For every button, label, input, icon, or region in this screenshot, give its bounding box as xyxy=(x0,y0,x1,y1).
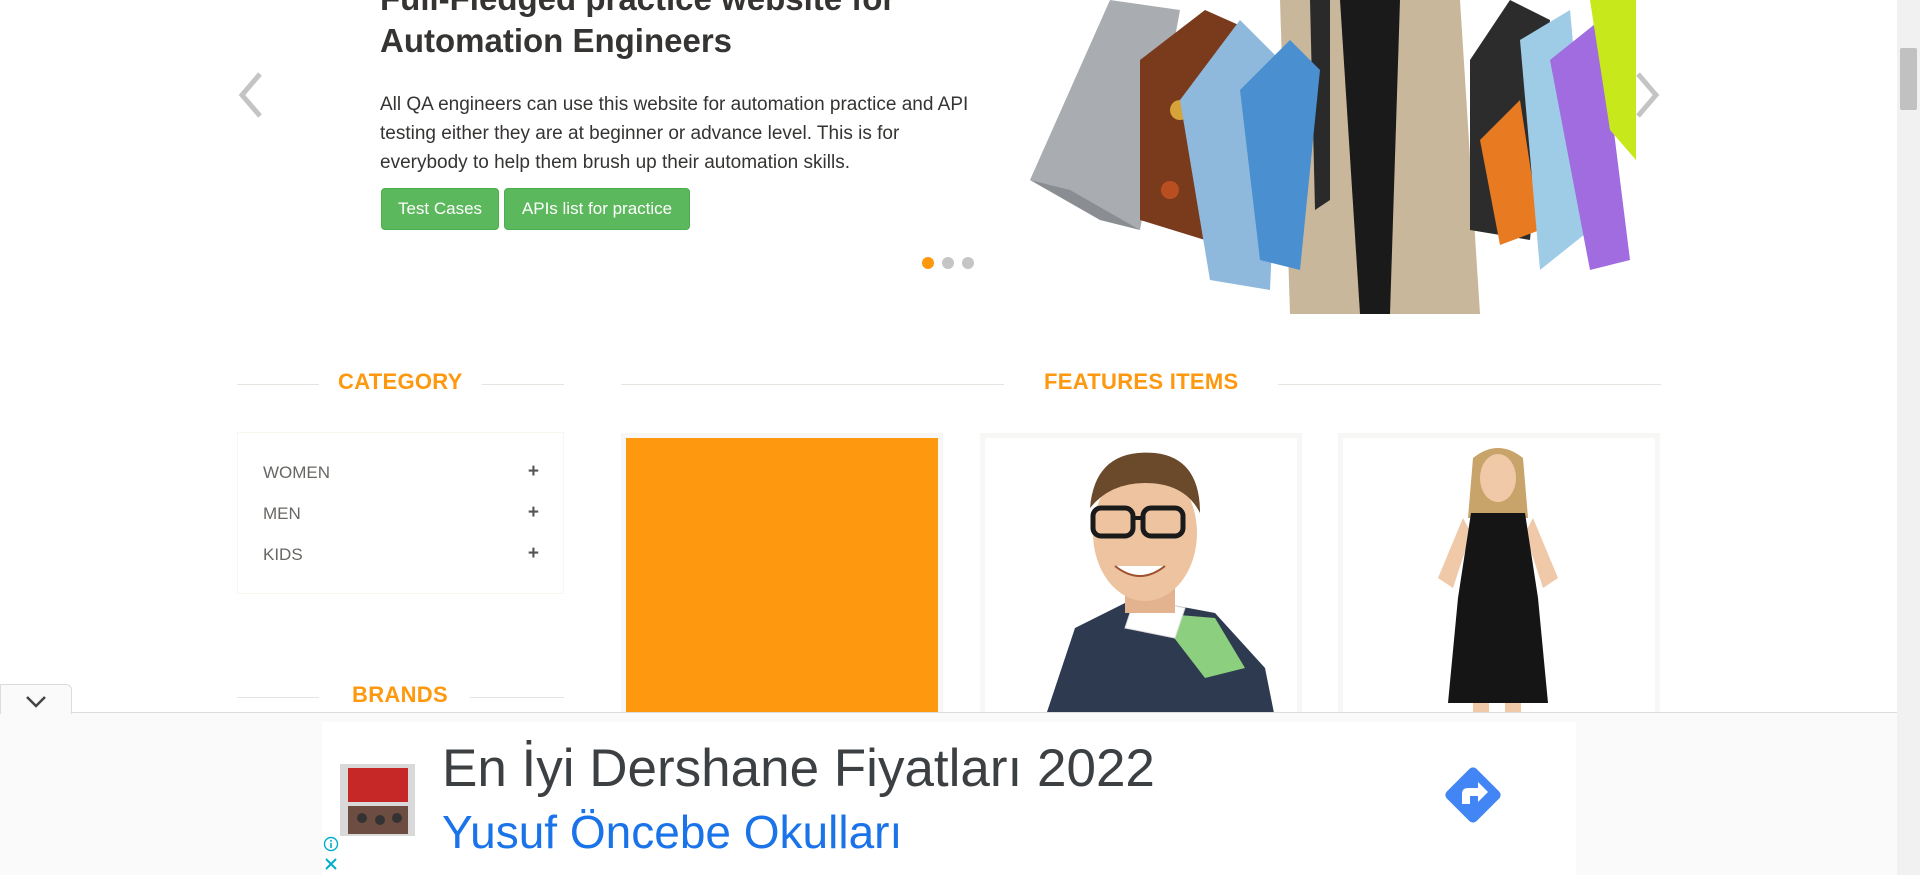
ad-subtitle[interactable]: Yusuf Öncebe Okulları xyxy=(442,804,902,860)
product-card[interactable] xyxy=(1338,433,1660,723)
plus-icon[interactable]: + xyxy=(528,502,539,524)
product-image-women-dress xyxy=(1343,438,1655,718)
category-panel: WOMEN + MEN + KIDS + xyxy=(237,432,564,594)
hero-title: Full-Fledged practice website for Automa… xyxy=(380,0,895,59)
features-title-line-left xyxy=(621,384,1004,385)
category-item-kids[interactable]: KIDS + xyxy=(263,541,539,569)
category-label: KIDS xyxy=(263,545,303,564)
carousel-indicator-2[interactable] xyxy=(942,257,954,269)
apis-list-button[interactable]: APIs list for practice xyxy=(504,188,690,230)
brands-title-line-left xyxy=(237,697,319,698)
product-image-placeholder xyxy=(626,438,938,718)
category-title-line-left xyxy=(237,384,319,385)
features-title-line-right xyxy=(1278,384,1661,385)
info-icon[interactable] xyxy=(323,836,339,852)
features-title: FEATURES ITEMS xyxy=(1044,369,1239,394)
category-title-line-right xyxy=(482,384,564,385)
carousel-next-button[interactable] xyxy=(1632,70,1662,120)
carousel-prev-button[interactable] xyxy=(236,70,266,120)
plus-icon[interactable]: + xyxy=(528,543,539,565)
chevron-right-icon xyxy=(1636,72,1660,118)
page-scrollbar-thumb[interactable] xyxy=(1900,48,1917,110)
carousel-indicator-3[interactable] xyxy=(962,257,974,269)
page-scrollbar[interactable] xyxy=(1897,0,1920,875)
ad-card[interactable]: En İyi Dershane Fiyatları 2022 Yusuf Önc… xyxy=(322,722,1576,875)
product-card[interactable] xyxy=(980,433,1302,723)
ad-thumbnail xyxy=(340,764,415,836)
carousel-indicator-1[interactable] xyxy=(922,257,934,269)
hero-image-shopping-bags xyxy=(1030,0,1636,314)
category-label: MEN xyxy=(263,504,301,523)
brands-title: BRANDS xyxy=(352,682,448,707)
plus-icon[interactable]: + xyxy=(528,461,539,483)
product-card[interactable] xyxy=(621,433,943,723)
carousel-indicators xyxy=(922,257,974,269)
page: Full-Fledged practice website for Automa… xyxy=(0,0,1920,875)
chevron-down-icon xyxy=(26,696,46,708)
test-cases-button[interactable]: Test Cases xyxy=(381,188,499,230)
product-image-men-tshirt xyxy=(985,438,1297,718)
category-item-men[interactable]: MEN + xyxy=(263,500,539,528)
chevron-left-icon xyxy=(238,72,262,118)
category-title: CATEGORY xyxy=(338,369,463,394)
category-item-women[interactable]: WOMEN + xyxy=(263,459,539,487)
ad-title[interactable]: En İyi Dershane Fiyatları 2022 xyxy=(442,736,1155,802)
category-label: WOMEN xyxy=(263,463,331,482)
hero-description: All QA engineers can use this website fo… xyxy=(380,94,969,173)
brands-title-line-right xyxy=(470,697,564,698)
close-icon[interactable] xyxy=(323,856,339,872)
ad-collapse-button[interactable] xyxy=(0,684,72,714)
directions-arrow-icon[interactable] xyxy=(1442,764,1504,826)
